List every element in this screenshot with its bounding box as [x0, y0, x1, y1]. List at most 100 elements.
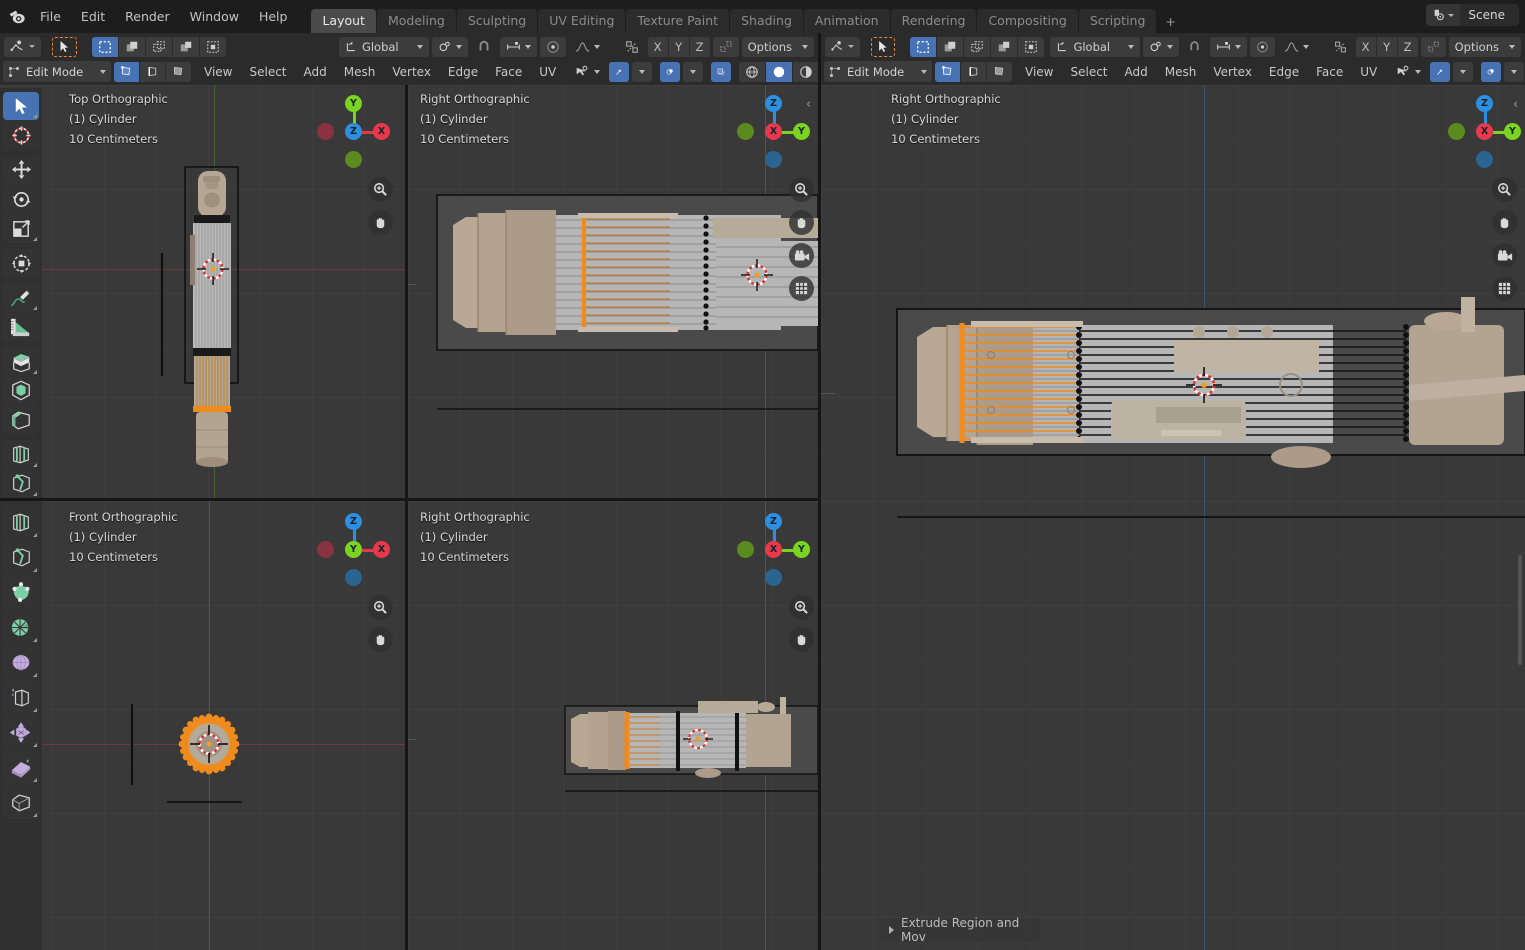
menu-edit[interactable]: Edit — [71, 6, 115, 27]
gizmo-icon-right[interactable] — [1430, 62, 1450, 82]
gizmo-axis-z[interactable]: Z — [765, 95, 782, 112]
menu-edge-left[interactable]: Edge — [441, 62, 485, 82]
mirror-axis-x[interactable]: X — [648, 37, 668, 57]
object-visibility-dropdown-left[interactable] — [569, 62, 606, 82]
navigation-gizmo[interactable]: Z X Y — [742, 91, 806, 155]
gizmo-axis-y[interactable]: Y — [345, 95, 362, 112]
tab-texture-paint[interactable]: Texture Paint — [626, 9, 729, 33]
loop-cut-tool[interactable] — [3, 440, 39, 468]
overlays-dropdown-right[interactable] — [1504, 62, 1524, 82]
gizmo-axis-x[interactable]: X — [765, 541, 782, 558]
move-view-icon[interactable] — [368, 210, 393, 235]
proportional-edit-icon[interactable] — [540, 37, 566, 57]
mode-dropdown-right[interactable]: Edit Mode — [824, 61, 932, 82]
viewport-top-left[interactable]: Top Orthographic (1) Cylinder 10 Centime… — [0, 85, 405, 498]
viewport-scrollbar[interactable] — [1518, 555, 1522, 665]
gizmo-icon[interactable] — [609, 62, 629, 82]
transform-tool[interactable] — [3, 249, 39, 277]
tab-modeling[interactable]: Modeling — [377, 9, 456, 33]
move-tool[interactable] — [3, 156, 39, 184]
face-select-icon[interactable] — [166, 62, 191, 82]
menu-uv-right[interactable]: UV — [1353, 62, 1384, 82]
smooth-tool[interactable] — [3, 575, 39, 609]
tweak-select-icon[interactable] — [52, 37, 77, 57]
navigation-gizmo[interactable]: Z X Y — [1453, 91, 1517, 155]
viewport-bottom-right[interactable]: Right Orthographic (1) Cylinder 10 Centi… — [408, 501, 818, 950]
proportional-falloff-dropdown[interactable] — [569, 37, 606, 57]
bevel-tool[interactable] — [3, 406, 39, 434]
expand-triangle-icon[interactable] — [889, 926, 894, 934]
gizmo-axis-x[interactable]: X — [1476, 123, 1493, 140]
viewport-bottom-left[interactable]: Front Orthographic (1) Cylinder 10 Centi… — [0, 501, 405, 950]
rip-edge-tool[interactable] — [3, 750, 39, 784]
gizmo-axis-y[interactable]: Y — [345, 541, 362, 558]
tab-layout[interactable]: Layout — [311, 9, 376, 33]
zoom-view-icon[interactable] — [368, 595, 393, 620]
navigation-gizmo[interactable]: Y Z X — [322, 91, 386, 155]
menu-vertex-right[interactable]: Vertex — [1206, 62, 1259, 82]
toggle-grid-icon[interactable] — [1492, 276, 1517, 301]
select-box-icon-right[interactable] — [910, 37, 936, 57]
edge-select-icon[interactable] — [140, 62, 165, 82]
overlays-icon[interactable] — [660, 62, 680, 82]
tab-sculpting[interactable]: Sculpting — [457, 9, 537, 33]
tab-animation[interactable]: Animation — [804, 9, 890, 33]
vertex-select-icon[interactable] — [114, 62, 139, 82]
material-shading-icon[interactable] — [793, 62, 819, 82]
gizmo-axis-z[interactable]: Z — [345, 123, 362, 140]
zoom-view-icon[interactable] — [368, 177, 393, 202]
select-subtract-icon[interactable] — [146, 37, 172, 57]
scene-name-label[interactable]: Scene — [1460, 8, 1519, 22]
pivot-point-dropdown[interactable] — [432, 37, 468, 57]
gizmo-axis-y[interactable]: Y — [1504, 123, 1521, 140]
gizmo-axis-x[interactable]: X — [373, 123, 390, 140]
poly-build-tool[interactable] — [3, 505, 39, 539]
gizmo-axis-neg-y[interactable] — [1448, 123, 1465, 140]
mirror-axis-y-right[interactable]: Y — [1377, 37, 1397, 57]
menu-vertex-left[interactable]: Vertex — [385, 62, 438, 82]
zoom-view-icon[interactable] — [789, 595, 814, 620]
sidebar-toggle-arrow[interactable]: ‹ — [1513, 97, 1518, 112]
gizmo-axis-y[interactable]: Y — [793, 123, 810, 140]
overlays-dropdown-left[interactable] — [683, 62, 703, 82]
navigation-gizmo[interactable]: Z Y X — [322, 509, 386, 573]
menu-help[interactable]: Help — [249, 6, 298, 27]
menu-view-left[interactable]: View — [197, 62, 239, 82]
menu-add-right[interactable]: Add — [1118, 62, 1155, 82]
select-extend-icon-right[interactable] — [937, 37, 963, 57]
select-intersect-icon[interactable] — [200, 37, 226, 57]
gizmo-axis-z[interactable]: Z — [1476, 95, 1493, 112]
tab-shading[interactable]: Shading — [730, 9, 803, 33]
viewport-top-right[interactable]: Right Orthographic (1) Cylinder 10 Centi… — [408, 85, 818, 498]
select-subtract-icon-right[interactable] — [964, 37, 990, 57]
menu-face-left[interactable]: Face — [488, 62, 529, 82]
shrink-fatten-tool[interactable] — [3, 645, 39, 679]
transform-orientation-dropdown[interactable]: Global — [339, 37, 429, 57]
options-dropdown-right[interactable]: Options — [1449, 37, 1521, 57]
move-view-icon[interactable] — [789, 627, 814, 652]
gizmo-axis-neg-z[interactable] — [765, 569, 782, 586]
spin-tool[interactable] — [3, 540, 39, 574]
menu-select-right[interactable]: Select — [1063, 62, 1114, 82]
gizmo-axis-neg-z[interactable] — [345, 569, 362, 586]
tab-compositing[interactable]: Compositing — [977, 9, 1077, 33]
gizmo-dropdown-right[interactable] — [1453, 62, 1473, 82]
operator-redo-panel[interactable]: Extrude Region and Mov — [881, 918, 1041, 942]
annotate-tool[interactable] — [3, 283, 39, 311]
sidebar-toggle-arrow[interactable]: ‹ — [806, 97, 811, 112]
menu-file[interactable]: File — [30, 6, 71, 27]
mode-dropdown-left[interactable]: Edit Mode — [3, 61, 111, 82]
shear-tool[interactable] — [3, 680, 39, 714]
tweak-tool[interactable] — [3, 92, 39, 120]
select-box-icon[interactable] — [92, 37, 118, 57]
scene-icon[interactable] — [1426, 4, 1460, 26]
gizmo-axis-z[interactable]: Z — [765, 513, 782, 530]
gizmo-axis-neg-z[interactable] — [1476, 151, 1493, 168]
wireframe-shading-icon[interactable] — [739, 62, 765, 82]
active-tool-icon-right[interactable] — [825, 37, 860, 57]
tab-uv-editing[interactable]: UV Editing — [538, 9, 625, 33]
rip-region-tool[interactable] — [3, 715, 39, 749]
edge-slide-tool[interactable] — [3, 610, 39, 644]
move-view-icon[interactable] — [789, 210, 814, 235]
zoom-view-icon[interactable] — [789, 177, 814, 202]
